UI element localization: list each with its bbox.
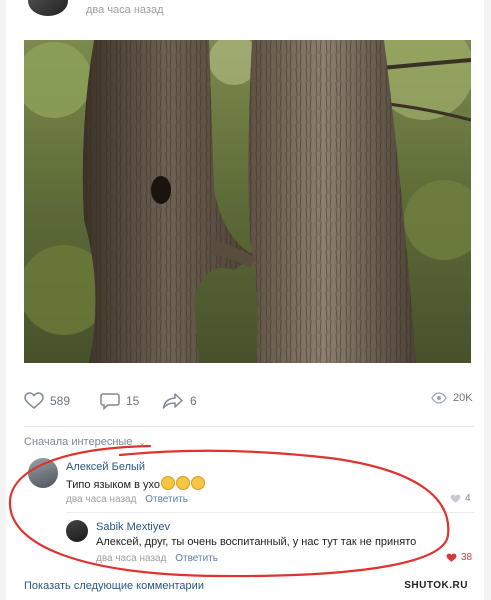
author-avatar[interactable] <box>28 0 68 16</box>
share-button[interactable]: 6 <box>162 392 197 410</box>
reply-avatar[interactable] <box>66 520 88 542</box>
heart-icon <box>24 392 44 409</box>
laughing-emoji-icon <box>160 476 175 490</box>
comment-count: 15 <box>126 394 140 408</box>
comment-like-count: 4 <box>465 493 471 504</box>
view-count: 20K <box>453 392 473 404</box>
comment-text-body: Типо языком в ухо <box>66 479 160 491</box>
post-time: два часа назад <box>86 4 164 16</box>
comment-icon <box>100 393 120 410</box>
laughing-emoji-icon <box>175 476 190 490</box>
post-photo[interactable] <box>24 40 471 363</box>
post-card: два часа назад 589 15 6 20K Сначала инте… <box>6 0 484 600</box>
share-icon <box>162 393 183 409</box>
like-button[interactable]: 589 <box>24 392 70 410</box>
comment-time: два часа назад <box>66 494 137 505</box>
comment-author[interactable]: Алексей Белый <box>66 461 145 473</box>
reply-like-count: 38 <box>461 552 473 563</box>
heart-icon <box>450 494 461 503</box>
comments-sort-dropdown[interactable]: Сначала интересные ⌄ <box>24 436 146 448</box>
show-more-comments-link[interactable]: Показать следующие комментарии <box>24 580 204 592</box>
reply-meta: два часа назад Ответить <box>96 553 218 564</box>
eye-icon <box>431 392 447 404</box>
reply-button[interactable]: Ответить <box>175 553 218 564</box>
reply-button[interactable]: Ответить <box>145 494 188 505</box>
comment-avatar[interactable] <box>28 458 58 488</box>
reply-like-button[interactable]: 38 <box>446 552 472 563</box>
reply-text: Алексей, друг, ты очень воспитанный, у н… <box>96 536 417 548</box>
share-count: 6 <box>190 394 197 408</box>
heart-icon <box>446 553 457 562</box>
comment-divider <box>66 512 474 513</box>
reply-time: два часа назад <box>96 553 167 564</box>
reply-author[interactable]: Sabik Mextiyev <box>96 521 170 533</box>
post-actions: 589 15 6 20K <box>24 392 474 416</box>
laughing-emoji-icon <box>190 476 205 490</box>
chevron-down-icon: ⌄ <box>138 437 147 447</box>
comment-like-button[interactable]: 4 <box>450 493 471 504</box>
tree-photo <box>24 40 471 363</box>
post-header: два часа назад <box>6 0 484 22</box>
comment-text: Типо языком в ухо <box>66 476 205 491</box>
like-count: 589 <box>50 394 71 408</box>
comments-sort-label: Сначала интересные <box>24 436 133 448</box>
comment-meta: два часа назад Ответить <box>66 494 188 505</box>
comment-button[interactable]: 15 <box>100 392 139 410</box>
watermark: SHUTOK.RU <box>404 580 468 591</box>
views: 20K <box>431 392 473 404</box>
divider <box>24 426 474 427</box>
